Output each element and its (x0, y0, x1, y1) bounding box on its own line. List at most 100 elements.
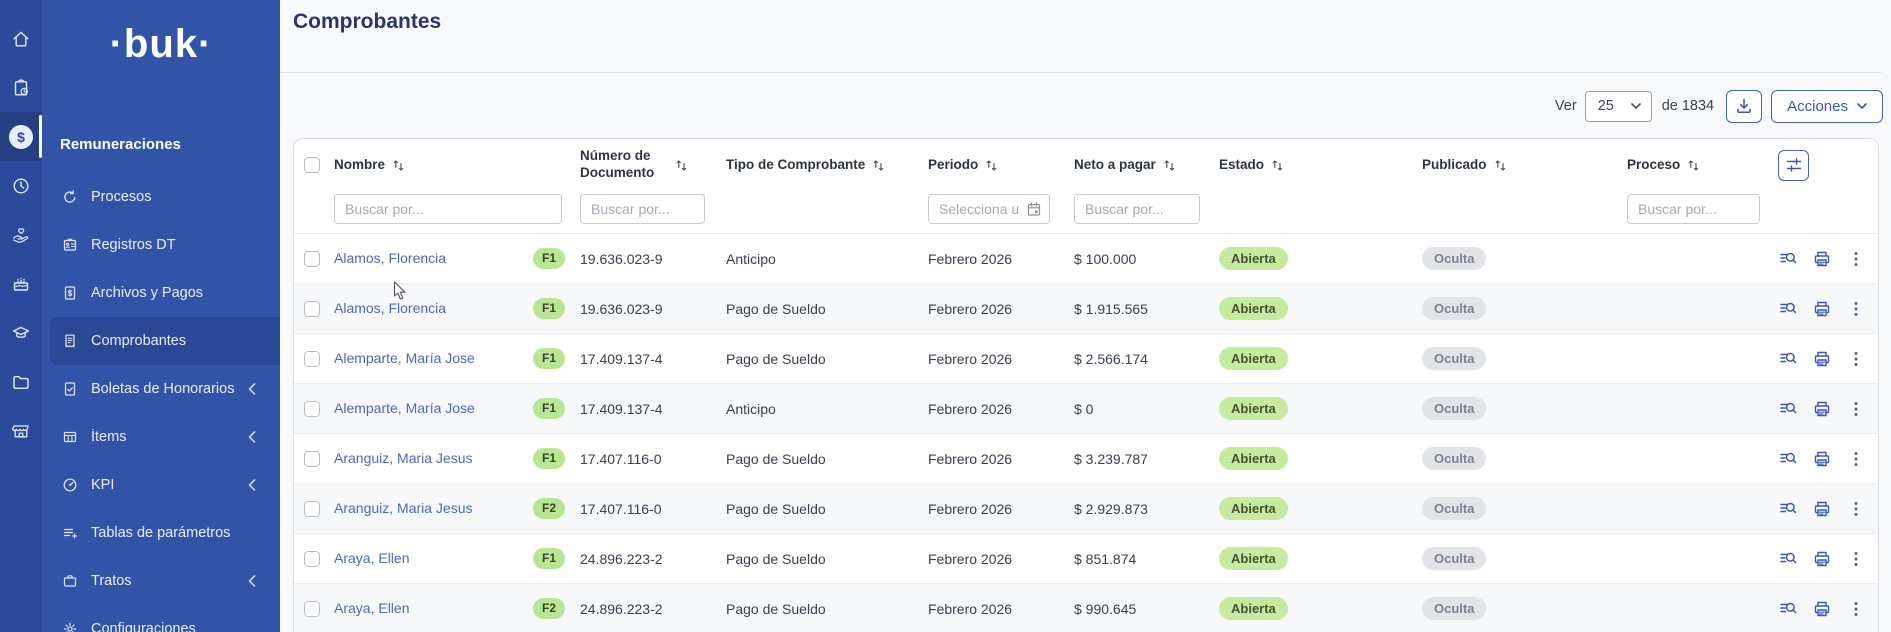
preview-details-icon[interactable] (1778, 249, 1798, 269)
kebab-menu-icon[interactable] (1846, 549, 1866, 569)
column-header-neto-a-pagar[interactable]: Neto a pagar (1074, 157, 1219, 174)
print-icon[interactable] (1812, 349, 1832, 369)
sidebar-item-label: Tablas de parámetros (91, 525, 231, 541)
employee-name-link[interactable]: Aranguiz, Maria Jesus (334, 500, 533, 516)
document-number: 17.409.137-4 (580, 400, 663, 417)
select-all-checkbox[interactable] (304, 157, 320, 173)
time-icon[interactable] (0, 161, 42, 210)
per-page-select[interactable]: 25 (1584, 90, 1652, 122)
kebab-menu-icon[interactable] (1846, 299, 1866, 319)
sidebar-item-tratos[interactable]: Tratos (42, 557, 280, 605)
briefcase-icon (62, 573, 79, 589)
print-icon[interactable] (1812, 299, 1832, 319)
sidebar-item-procesos[interactable]: Procesos (42, 173, 280, 221)
kebab-menu-icon[interactable] (1846, 449, 1866, 469)
chevron-down-icon (1857, 103, 1867, 109)
preview-details-icon[interactable] (1778, 349, 1798, 369)
row-checkbox[interactable] (304, 450, 320, 467)
document-number: 19.636.023-9 (580, 300, 663, 317)
filter-periodo-input[interactable] (928, 194, 1050, 224)
table-header-row: Nombre Número de Documento Tipo de Compr… (294, 139, 1878, 191)
sidebar-item-tablas-de-parametros[interactable]: Tablas de parámetros (42, 509, 280, 557)
actions-button[interactable]: Acciones (1771, 89, 1883, 123)
preview-details-icon[interactable] (1778, 549, 1798, 569)
column-header-estado[interactable]: Estado (1219, 157, 1422, 174)
row-checkbox[interactable] (304, 250, 320, 267)
filter-nombre-input[interactable] (334, 194, 562, 224)
column-header-publicado[interactable]: Publicado (1422, 157, 1627, 174)
preview-details-icon[interactable] (1778, 399, 1798, 419)
sidebar-item-registros-dt[interactable]: Registros DT (42, 221, 280, 269)
kebab-menu-icon[interactable] (1846, 399, 1866, 419)
column-header-proceso[interactable]: Proceso (1627, 157, 1778, 174)
kebab-menu-icon[interactable] (1846, 249, 1866, 269)
employee-name-link[interactable]: Araya, Ellen (334, 550, 533, 566)
table-row: Aranguiz, Maria Jesus F2 17.407.116-0 Pago … (294, 483, 1878, 533)
sidebar-item-label: Archivos y Pagos (91, 285, 204, 301)
row-checkbox[interactable] (304, 550, 320, 567)
print-icon[interactable] (1812, 499, 1832, 519)
home-icon[interactable] (0, 14, 42, 63)
page-title: Comprobantes (293, 10, 442, 33)
sidebar-item-label: Tratos (91, 573, 132, 589)
filter-neto-input[interactable] (1074, 194, 1200, 224)
kebab-menu-icon[interactable] (1846, 499, 1866, 519)
filter-proceso-input[interactable] (1627, 194, 1760, 224)
training-icon[interactable] (0, 308, 42, 357)
status-badge: Abierta (1219, 346, 1288, 371)
document-type: Pago de Sueldo (726, 450, 826, 467)
sidebar-item-items[interactable]: Ítems (42, 413, 280, 461)
benefits-icon[interactable] (0, 210, 42, 259)
sidebar-item-boletas-de-honorarios[interactable]: Boletas de Honorarios (42, 365, 280, 413)
tasks-icon[interactable] (0, 63, 42, 112)
column-header-numero-documento[interactable]: Número de Documento (580, 148, 726, 182)
table-row: Alemparte, María Jose F1 17.409.137-4 Pago … (294, 333, 1878, 383)
folio-badge: F2 (533, 598, 566, 619)
celebrations-icon[interactable] (0, 259, 42, 308)
employee-name-link[interactable]: Alamos, Florencia (334, 300, 533, 316)
net-pay: $ 3.239.787 (1074, 450, 1148, 467)
sidebar-item-archivos-y-pagos[interactable]: Archivos y Pagos (42, 269, 280, 317)
print-icon[interactable] (1812, 399, 1832, 419)
filter-numero-input[interactable] (580, 194, 705, 224)
status-badge: Abierta (1219, 296, 1288, 321)
download-button[interactable] (1726, 89, 1763, 123)
documents-icon[interactable] (0, 357, 42, 406)
employee-name-link[interactable]: Aranguiz, Maria Jesus (334, 450, 533, 466)
row-checkbox[interactable] (304, 500, 320, 517)
download-icon (1734, 96, 1754, 116)
employee-name-link[interactable]: Alamos, Florencia (334, 250, 533, 266)
print-icon[interactable] (1812, 549, 1832, 569)
marketplace-icon[interactable] (0, 406, 42, 455)
sidebar-item-comprobantes[interactable]: Comprobantes (50, 317, 280, 365)
preview-details-icon[interactable] (1778, 499, 1798, 519)
kebab-menu-icon[interactable] (1846, 599, 1866, 619)
kebab-menu-icon[interactable] (1846, 349, 1866, 369)
preview-details-icon[interactable] (1778, 449, 1798, 469)
employee-name-link[interactable]: Alemparte, María Jose (334, 400, 533, 416)
remuneraciones-icon[interactable]: $ (0, 112, 42, 161)
row-checkbox[interactable] (304, 400, 320, 417)
preview-details-icon[interactable] (1778, 299, 1798, 319)
column-header-nombre[interactable]: Nombre (334, 157, 580, 174)
print-icon[interactable] (1812, 249, 1832, 269)
filter-row (294, 191, 1878, 233)
document-number: 19.636.023-9 (580, 250, 663, 267)
sidebar-item-configuraciones[interactable]: Configuraciones (42, 605, 280, 632)
sort-icon (1494, 159, 1507, 172)
row-checkbox[interactable] (304, 350, 320, 367)
document-type: Pago de Sueldo (726, 500, 826, 517)
sliders-icon (1785, 156, 1803, 174)
row-checkbox[interactable] (304, 600, 320, 617)
print-icon[interactable] (1812, 449, 1832, 469)
employee-name-link[interactable]: Alemparte, María Jose (334, 350, 533, 366)
employee-name-link[interactable]: Araya, Ellen (334, 600, 533, 616)
column-header-tipo-comprobante[interactable]: Tipo de Comprobante (726, 157, 928, 174)
print-icon[interactable] (1812, 599, 1832, 619)
preview-details-icon[interactable] (1778, 599, 1798, 619)
row-checkbox[interactable] (304, 300, 320, 317)
status-badge: Abierta (1219, 546, 1288, 571)
sidebar-item-kpi[interactable]: KPI (42, 461, 280, 509)
column-header-periodo[interactable]: Periodo (928, 157, 1074, 174)
column-settings-button[interactable] (1778, 149, 1809, 181)
